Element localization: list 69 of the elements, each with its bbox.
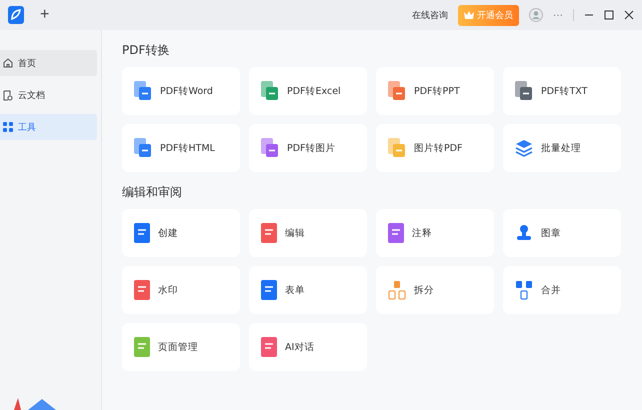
tool-icon bbox=[388, 223, 404, 243]
tool-label: 创建 bbox=[158, 226, 178, 240]
tool-card[interactable]: 注释 bbox=[376, 209, 494, 257]
maximize-icon[interactable] bbox=[604, 10, 614, 20]
tool-label: 注释 bbox=[412, 226, 432, 240]
tool-label: 页面管理 bbox=[158, 340, 198, 354]
tool-icon bbox=[134, 223, 150, 243]
tool-card[interactable]: PDF转PPT bbox=[376, 67, 494, 115]
split-icon bbox=[388, 280, 406, 300]
stamp-icon bbox=[515, 224, 533, 242]
section-title: 编辑和审阅 bbox=[122, 184, 183, 201]
tool-card[interactable]: 表单 bbox=[249, 266, 367, 314]
close-icon[interactable] bbox=[624, 10, 634, 20]
tool-card[interactable]: PDF转图片 bbox=[249, 124, 367, 172]
document-icon bbox=[134, 138, 152, 158]
tool-label: 表单 bbox=[285, 284, 305, 296]
section-title: PDF转换 bbox=[122, 42, 170, 59]
sidebar-item[interactable]: 首页 bbox=[0, 50, 97, 76]
tool-icon bbox=[134, 337, 150, 357]
tool-icon bbox=[134, 280, 150, 300]
cloud-document-icon bbox=[3, 90, 13, 100]
document-icon bbox=[388, 138, 406, 158]
tool-icon bbox=[261, 280, 277, 300]
document-icon bbox=[261, 138, 279, 158]
crown-icon bbox=[464, 11, 474, 19]
tool-label: AI对话 bbox=[285, 340, 314, 354]
online-consult-link[interactable]: 在线咨询 bbox=[412, 8, 448, 22]
tool-card[interactable]: AI对话 bbox=[249, 323, 367, 371]
tool-card[interactable]: PDF转HTML bbox=[122, 124, 240, 172]
tool-label: 图片转PDF bbox=[414, 142, 463, 154]
tool-icon bbox=[261, 223, 277, 243]
tool-label: 批量处理 bbox=[541, 142, 581, 154]
tool-card[interactable]: 图章 bbox=[503, 209, 621, 257]
tool-icon bbox=[261, 337, 277, 357]
tool-card[interactable]: PDF转Word bbox=[122, 67, 240, 115]
document-icon bbox=[261, 81, 279, 101]
grid-icon bbox=[3, 122, 13, 132]
document-icon bbox=[134, 81, 152, 101]
home-icon bbox=[3, 58, 13, 68]
tool-label: 水印 bbox=[158, 284, 178, 296]
tool-label: PDF转PPT bbox=[414, 84, 460, 98]
tool-label: PDF转TXT bbox=[541, 84, 588, 98]
tool-label: 编辑 bbox=[285, 226, 305, 240]
tool-card[interactable]: 图片转PDF bbox=[376, 124, 494, 172]
tool-label: 拆分 bbox=[414, 284, 434, 296]
document-icon bbox=[515, 81, 533, 101]
tool-label: 合并 bbox=[541, 284, 561, 296]
tool-card[interactable]: 拆分 bbox=[376, 266, 494, 314]
tool-card[interactable]: 编辑 bbox=[249, 209, 367, 257]
document-icon bbox=[388, 81, 406, 101]
app-logo-icon bbox=[8, 6, 24, 24]
tool-card[interactable]: 页面管理 bbox=[122, 323, 240, 371]
tool-card[interactable]: PDF转Excel bbox=[249, 67, 367, 115]
sidebar-item[interactable]: 工具 bbox=[0, 114, 97, 140]
tool-label: PDF转Excel bbox=[287, 84, 341, 98]
new-tab-button[interactable]: + bbox=[34, 6, 56, 24]
tool-card[interactable]: 合并 bbox=[503, 266, 621, 314]
tool-label: PDF转图片 bbox=[287, 142, 336, 154]
tool-label: PDF转HTML bbox=[160, 142, 215, 154]
tool-label: 图章 bbox=[541, 226, 561, 240]
merge-icon bbox=[515, 280, 533, 300]
sidebar-item[interactable]: 云文档 bbox=[0, 82, 97, 108]
tool-card[interactable]: 批量处理 bbox=[503, 124, 621, 172]
tool-card[interactable]: 水印 bbox=[122, 266, 240, 314]
layers-icon bbox=[515, 139, 533, 157]
tool-card[interactable]: PDF转TXT bbox=[503, 67, 621, 115]
more-button[interactable]: ··· bbox=[553, 10, 563, 20]
tool-label: PDF转Word bbox=[160, 84, 213, 98]
tool-card[interactable]: 创建 bbox=[122, 209, 240, 257]
